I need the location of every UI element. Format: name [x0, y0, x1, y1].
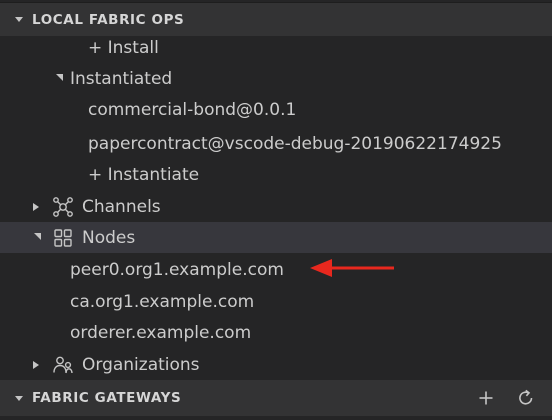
tree-item-organizations[interactable]: Organizations	[0, 349, 552, 380]
red-arrow-icon	[310, 259, 394, 277]
organizations-label: Organizations	[82, 354, 200, 375]
chevron-right-icon[interactable]	[28, 349, 44, 380]
channels-label: Channels	[82, 196, 161, 217]
node-label: peer0.org1.example.com	[70, 259, 284, 280]
chevron-down-icon	[15, 395, 23, 401]
local-fabric-ops-header[interactable]: LOCAL FABRIC OPS	[0, 2, 552, 36]
fabric-gateways-header[interactable]: FABRIC GATEWAYS	[0, 380, 552, 416]
nodes-label: Nodes	[82, 227, 136, 248]
header-actions	[474, 380, 538, 416]
node-label: ca.org1.example.com	[70, 291, 255, 312]
people-icon	[52, 354, 74, 376]
section-title: FABRIC GATEWAYS	[32, 390, 182, 406]
tree-item-nodes[interactable]: Nodes	[0, 222, 552, 253]
instantiated-label: Instantiated	[70, 68, 173, 89]
chevron-down-icon[interactable]	[28, 222, 44, 253]
fabric-explorer-panel: LOCAL FABRIC OPS + Install Instantiated …	[0, 0, 552, 420]
chevron-right-icon[interactable]	[28, 191, 44, 222]
grid-icon	[52, 227, 74, 249]
section-title: LOCAL FABRIC OPS	[32, 11, 185, 28]
tree-item-install[interactable]: + Install	[0, 32, 552, 63]
node-label: orderer.example.com	[70, 322, 252, 343]
tree-item-channels[interactable]: Channels	[0, 191, 552, 222]
chevron-down-icon[interactable]	[50, 63, 66, 94]
tree-item-node[interactable]: orderer.example.com	[0, 317, 552, 348]
tree-item-instantiate[interactable]: + Instantiate	[0, 159, 552, 190]
tree-item-instantiated[interactable]: Instantiated	[0, 63, 552, 94]
chevron-down-icon	[15, 17, 23, 22]
refresh-icon[interactable]	[514, 386, 538, 410]
plus-icon[interactable]	[474, 386, 498, 410]
contract-label: commercial-bond@0.0.1	[88, 99, 297, 120]
tree-item-node[interactable]: ca.org1.example.com	[0, 286, 552, 317]
tree-item-node[interactable]: peer0.org1.example.com	[0, 254, 552, 285]
tree-item-contract[interactable]: papercontract@vscode-debug-2019062217492…	[0, 128, 552, 159]
contract-label: papercontract@vscode-debug-2019062217492…	[88, 133, 502, 154]
network-nodes-icon	[52, 196, 74, 218]
tree-item-contract[interactable]: commercial-bond@0.0.1	[0, 94, 552, 125]
instantiate-label: + Instantiate	[88, 164, 200, 185]
install-label: + Install	[88, 37, 159, 58]
